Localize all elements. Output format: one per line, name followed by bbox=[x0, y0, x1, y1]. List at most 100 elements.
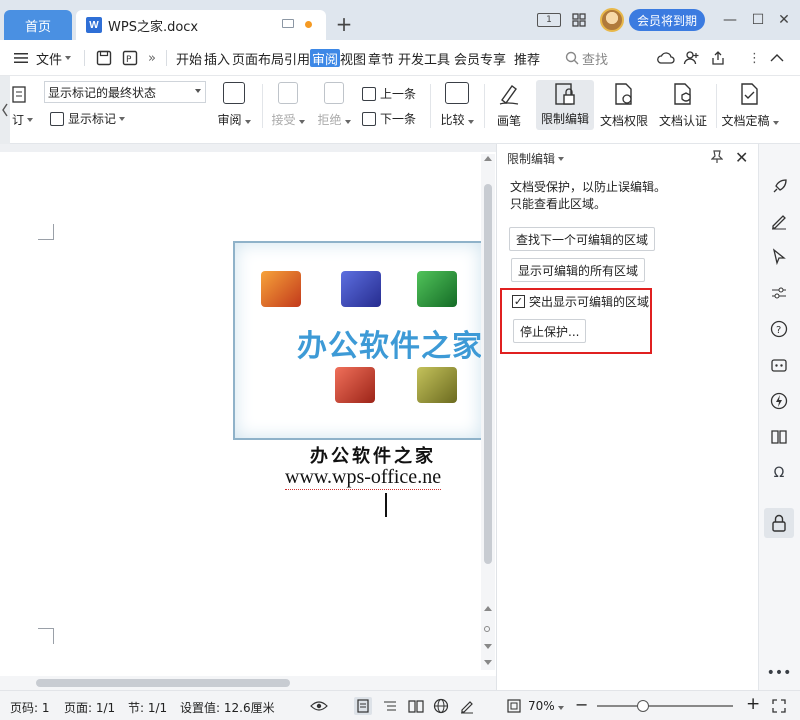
logo-text: 办公软件之家 bbox=[297, 329, 483, 364]
fit-page-icon[interactable] bbox=[505, 697, 523, 715]
previous-page-icon[interactable] bbox=[484, 606, 492, 611]
page-view-icon[interactable] bbox=[354, 697, 372, 715]
show-markup-button[interactable]: 显示标记 bbox=[50, 110, 126, 127]
restrict-editing-button[interactable]: 限制编辑 bbox=[536, 80, 594, 130]
edit-pen-icon[interactable] bbox=[768, 210, 790, 232]
ai-robot-icon[interactable] bbox=[768, 354, 790, 376]
lightning-icon[interactable] bbox=[768, 390, 790, 412]
document-title-text[interactable]: 办公软件之家 bbox=[310, 442, 436, 468]
scroll-up-arrow-icon[interactable] bbox=[484, 156, 492, 161]
maximize-button[interactable]: ☐ bbox=[750, 8, 766, 32]
book-icon[interactable] bbox=[768, 426, 790, 448]
document-horizontal-scrollbar[interactable] bbox=[0, 676, 496, 690]
page-number-status[interactable]: 页码: 1 bbox=[10, 699, 50, 716]
zoom-in-button[interactable]: + bbox=[746, 694, 760, 714]
compare-button[interactable]: 比较 bbox=[438, 82, 476, 128]
markup-display-select[interactable]: 显示标记的最终状态 bbox=[44, 81, 206, 103]
help-icon[interactable]: ? bbox=[768, 318, 790, 340]
menu-view[interactable]: 视图 bbox=[340, 40, 366, 76]
add-user-icon[interactable] bbox=[683, 40, 699, 76]
reject-button[interactable]: 拒绝 bbox=[316, 82, 352, 128]
next-page-icon[interactable] bbox=[484, 644, 492, 649]
show-all-editable-button[interactable]: 显示可编辑的所有区域 bbox=[511, 258, 646, 282]
share-icon[interactable] bbox=[710, 40, 726, 76]
document-url-text[interactable]: www.wps-office.ne bbox=[285, 466, 442, 490]
next-change-button[interactable]: 下一条 bbox=[362, 110, 416, 127]
pin-icon[interactable] bbox=[710, 150, 724, 164]
menu-insert[interactable]: 插入 bbox=[204, 40, 230, 76]
tab-home[interactable]: 首页 bbox=[4, 10, 72, 40]
menu-chapter[interactable]: 章节 bbox=[368, 40, 394, 76]
search-button[interactable]: 查找 bbox=[565, 48, 608, 68]
cloud-sync-icon[interactable] bbox=[657, 40, 675, 76]
find-next-editable-button[interactable]: 查找下一个可编辑的区域 bbox=[509, 227, 656, 251]
cursor-select-icon[interactable] bbox=[768, 246, 790, 268]
menu-references[interactable]: 引用 bbox=[284, 40, 310, 76]
vip-button[interactable]: 会员将到期 bbox=[629, 9, 705, 31]
web-layout-icon[interactable] bbox=[432, 697, 450, 715]
collapse-ribbon-icon[interactable] bbox=[770, 40, 784, 76]
next-change-icon bbox=[362, 111, 376, 126]
menu-recommend[interactable]: 推荐 bbox=[514, 40, 540, 76]
rocket-icon[interactable] bbox=[768, 176, 790, 198]
document-top-gutter bbox=[0, 144, 496, 152]
close-panel-icon[interactable]: ✕ bbox=[735, 148, 748, 167]
track-changes-button[interactable]: 订 bbox=[12, 111, 34, 128]
export-icon[interactable]: P bbox=[122, 40, 138, 76]
previous-change-button[interactable]: 上一条 bbox=[362, 85, 416, 102]
track-changes-icon[interactable] bbox=[12, 86, 28, 104]
reading-mode-icon[interactable] bbox=[407, 697, 425, 715]
menu-developer[interactable]: 开发工具 bbox=[398, 40, 450, 76]
menu-start[interactable]: 开始 bbox=[176, 40, 202, 76]
avatar[interactable] bbox=[600, 8, 624, 32]
ribbon-scroll-left[interactable] bbox=[0, 76, 10, 144]
highlight-editable-checkbox[interactable]: ✓ 突出显示可编辑的区域 bbox=[512, 293, 649, 310]
more-tools-icon[interactable]: » bbox=[148, 40, 156, 76]
lock-icon[interactable] bbox=[764, 508, 794, 538]
more-horizontal-icon[interactable]: ••• bbox=[767, 662, 792, 684]
writing-mode-icon[interactable] bbox=[458, 697, 476, 715]
apps-grid-icon[interactable] bbox=[570, 8, 588, 32]
menu-review[interactable]: 审阅 bbox=[310, 49, 341, 68]
vertical-scroll-thumb[interactable] bbox=[484, 184, 492, 564]
fullscreen-icon[interactable] bbox=[770, 697, 788, 715]
save-icon[interactable] bbox=[96, 40, 112, 76]
setting-value-status[interactable]: 设置值: 12.6厘米 bbox=[180, 699, 275, 716]
zoom-slider[interactable] bbox=[597, 705, 733, 707]
svg-text:P: P bbox=[126, 55, 132, 65]
document-certify-button[interactable]: 文档认证 bbox=[656, 82, 710, 129]
outline-view-icon[interactable] bbox=[381, 697, 399, 715]
zoom-out-button[interactable]: − bbox=[575, 695, 588, 714]
page-count-status[interactable]: 页面: 1/1 bbox=[64, 699, 115, 716]
monitor-icon[interactable] bbox=[282, 19, 294, 28]
adjust-sliders-icon[interactable] bbox=[768, 282, 790, 304]
section-status[interactable]: 节: 1/1 bbox=[128, 699, 167, 716]
menu-file[interactable]: 文件 bbox=[36, 40, 72, 76]
menu-member[interactable]: 会员专享 bbox=[454, 40, 506, 76]
scroll-down-arrow-icon[interactable] bbox=[484, 660, 492, 665]
tab-document[interactable]: W WPS之家.docx bbox=[76, 10, 326, 40]
review-pane-button[interactable]: 审阅 bbox=[216, 82, 252, 128]
ink-button[interactable]: 画笔 bbox=[492, 82, 526, 129]
browse-object-icon[interactable] bbox=[484, 626, 490, 632]
finalize-document-button[interactable]: 文档定稿 bbox=[720, 82, 780, 129]
orange-cube-icon bbox=[261, 271, 301, 307]
minimize-button[interactable]: — bbox=[722, 8, 738, 32]
zoom-slider-thumb[interactable] bbox=[637, 700, 649, 712]
hamburger-icon[interactable] bbox=[14, 40, 28, 76]
panel-title[interactable]: 限制编辑 bbox=[507, 150, 565, 167]
horizontal-scroll-thumb[interactable] bbox=[36, 679, 290, 687]
window-count-badge[interactable]: 1 bbox=[537, 13, 561, 27]
document-permission-button[interactable]: 文档权限 bbox=[598, 82, 650, 129]
document-vertical-scrollbar[interactable] bbox=[481, 154, 495, 670]
accept-button[interactable]: 接受 bbox=[270, 82, 306, 128]
zoom-level[interactable]: 70% bbox=[528, 699, 564, 713]
more-vertical-icon[interactable]: ⋮ bbox=[748, 40, 761, 76]
office-logo-image[interactable]: 办公软件之家 bbox=[233, 241, 483, 440]
add-tab-button[interactable]: + bbox=[334, 12, 354, 36]
eye-protection-icon[interactable] bbox=[310, 697, 328, 715]
menu-page-layout[interactable]: 页面布局 bbox=[232, 40, 284, 76]
close-window-button[interactable]: ✕ bbox=[776, 8, 792, 32]
checkbox-checked-icon[interactable]: ✓ bbox=[512, 295, 525, 308]
omega-symbol-icon[interactable]: Ω bbox=[768, 462, 790, 484]
